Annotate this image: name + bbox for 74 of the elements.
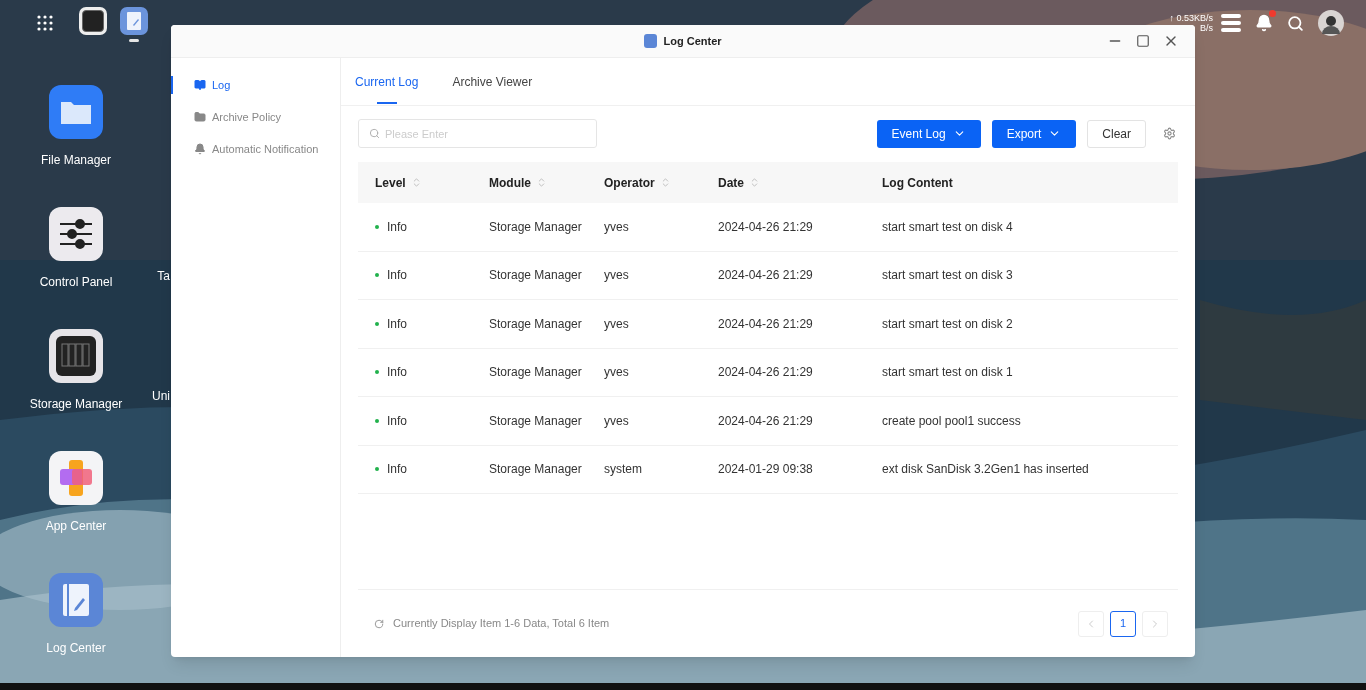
- tab[interactable]: Archive Viewer: [452, 74, 533, 104]
- notification-bell-icon[interactable]: [1255, 14, 1273, 32]
- sliders-app-icon[interactable]: [49, 207, 103, 261]
- table-cell: system: [604, 462, 642, 477]
- table-cell: 2024-01-29 09:38: [718, 462, 813, 477]
- table-cell: 2024-04-26 21:29: [718, 365, 813, 380]
- table-cell: 2024-04-26 21:29: [718, 316, 813, 331]
- table-cell: yves: [604, 268, 629, 283]
- log-icon: [194, 79, 206, 91]
- sidebar-item[interactable]: Log: [171, 76, 340, 94]
- folder-app-icon[interactable]: [49, 85, 103, 139]
- footer-summary: Currently Display Item 1-6 Data, Total 6 Item: [393, 616, 610, 632]
- app-grid-icon[interactable]: [37, 15, 53, 31]
- bell-icon: [194, 143, 206, 155]
- table-cell: start smart test on disk 1: [882, 365, 1013, 380]
- table-cell: yves: [604, 365, 629, 380]
- sidebar-item[interactable]: Automatic Notification: [171, 140, 340, 158]
- dropdown-button[interactable]: Export: [991, 119, 1077, 148]
- column-header: Log Content: [882, 174, 953, 192]
- table-cell: 2024-04-26 21:29: [718, 268, 813, 283]
- desktop-icon-label[interactable]: App Center: [45, 517, 107, 535]
- table-cell: yves: [604, 219, 629, 234]
- table-cell-text: Info: [387, 364, 407, 382]
- table-cell: Storage Manager: [489, 413, 582, 428]
- table-cell: yves: [604, 413, 629, 428]
- app-center-icon[interactable]: [49, 451, 103, 505]
- search-icon[interactable]: [1287, 14, 1304, 32]
- upload-speed: ↑ 0.53KB/s: [1169, 13, 1213, 23]
- clear-button[interactable]: Clear: [1087, 119, 1146, 148]
- table-cell: start smart test on disk 2: [882, 316, 1013, 331]
- table-cell: create pool pool1 success: [882, 413, 1021, 428]
- sidebar-item[interactable]: Archive Policy: [171, 108, 340, 126]
- maximize-icon[interactable]: [1136, 34, 1150, 48]
- folder-icon: [194, 111, 206, 123]
- table-cell: 2024-04-26 21:29: [718, 413, 813, 428]
- table-cell: ext disk SanDisk 3.2Gen1 has inserted: [882, 462, 1089, 477]
- desktop-icon-label[interactable]: Storage Manager: [29, 395, 123, 413]
- table-cell: Storage Manager: [489, 462, 582, 477]
- dropdown-button[interactable]: Event Log: [876, 119, 981, 148]
- column-header: Operator: [604, 174, 655, 192]
- table-cell: Storage Manager: [489, 268, 582, 283]
- refresh-icon[interactable]: [374, 618, 384, 629]
- notebook-icon: [644, 34, 658, 48]
- drive-bays-app-icon[interactable]: [49, 329, 103, 383]
- desktop-icon-label[interactable]: Uni: [152, 388, 170, 404]
- table-cell: start smart test on disk 3: [882, 268, 1013, 283]
- drive-bays-taskbar-icon[interactable]: [79, 7, 107, 35]
- table-cell-text: Info: [387, 412, 407, 430]
- table-cell: Storage Manager: [489, 365, 582, 380]
- column-header: Module: [489, 174, 531, 192]
- table-cell: yves: [604, 316, 629, 331]
- page-button[interactable]: 1: [1110, 610, 1136, 637]
- table-cell: Storage Manager: [489, 316, 582, 331]
- notebook-app-icon[interactable]: [49, 573, 103, 627]
- server-icon[interactable]: [1221, 14, 1241, 32]
- table-cell: 2024-04-26 21:29: [718, 219, 813, 234]
- column-header: Date: [718, 174, 744, 192]
- table-cell: Storage Manager: [489, 219, 582, 234]
- table-cell-text: Info: [387, 315, 407, 333]
- avatar-icon[interactable]: [1318, 10, 1344, 36]
- notebook-taskbar-icon[interactable]: [120, 7, 148, 35]
- table-cell: start smart test on disk 4: [882, 219, 1013, 234]
- table-cell-text: Info: [387, 218, 407, 236]
- table-cell-text: Info: [387, 461, 407, 479]
- desktop-icon-label[interactable]: Ta: [157, 268, 170, 284]
- download-speed: B/s: [1200, 23, 1213, 33]
- desktop-icon-label[interactable]: File Manager: [41, 151, 111, 169]
- table-cell-text: Info: [387, 267, 407, 285]
- desktop-icon-label[interactable]: Control Panel: [39, 273, 113, 291]
- column-header: Level: [375, 174, 406, 192]
- search-icon: [369, 128, 380, 139]
- tab[interactable]: Current Log: [355, 74, 419, 104]
- settings-icon[interactable]: [1163, 127, 1176, 140]
- window-title: Log Center: [663, 33, 722, 49]
